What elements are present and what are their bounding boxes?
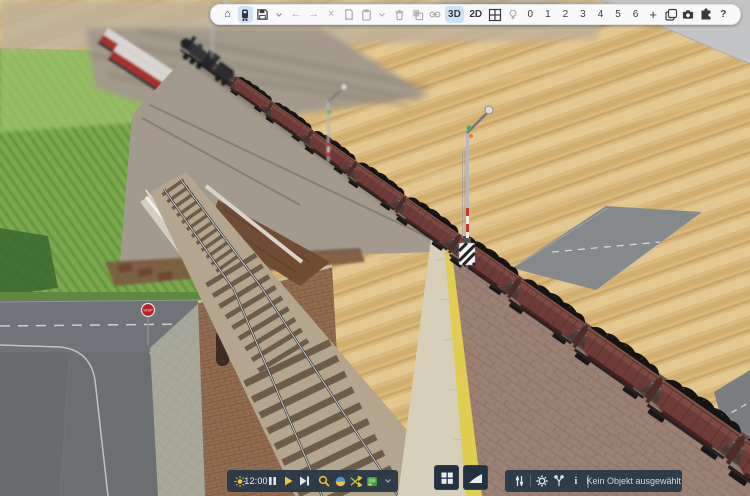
day-night-toggle[interactable] bbox=[334, 472, 346, 490]
layout-grid-button[interactable] bbox=[434, 465, 459, 490]
scenery-mode-button[interactable] bbox=[366, 472, 378, 490]
undo-button[interactable]: ← bbox=[289, 6, 304, 23]
paste-button[interactable] bbox=[359, 6, 374, 23]
add-layer-button[interactable]: + bbox=[646, 6, 661, 23]
screenshot-button[interactable] bbox=[681, 6, 696, 23]
play-button[interactable] bbox=[282, 472, 294, 490]
paste-menu-button[interactable] bbox=[375, 6, 390, 23]
switch-control-button[interactable] bbox=[553, 472, 565, 490]
copy-button[interactable] bbox=[341, 6, 356, 23]
chevron-down-icon bbox=[385, 479, 391, 483]
pause-icon bbox=[268, 477, 276, 485]
terrain-slope-icon bbox=[469, 474, 482, 483]
link-icon bbox=[429, 11, 441, 18]
layer-1-button[interactable]: 1 bbox=[540, 6, 555, 23]
layer-0-button[interactable]: 0 bbox=[523, 6, 538, 23]
window-grid-icon bbox=[489, 8, 502, 21]
track-switch-icon bbox=[554, 475, 564, 487]
svg-text:STOP: STOP bbox=[143, 309, 153, 313]
globe-daynight-icon bbox=[335, 476, 345, 486]
chevron-down-icon bbox=[379, 12, 386, 17]
paste-icon bbox=[362, 9, 371, 21]
magnifier-icon bbox=[318, 475, 330, 487]
info-button[interactable]: i bbox=[570, 472, 582, 490]
pause-button[interactable] bbox=[266, 472, 278, 490]
object-properties-button[interactable] bbox=[513, 472, 525, 490]
save-icon bbox=[257, 9, 268, 20]
lamp-button[interactable] bbox=[505, 6, 520, 23]
statusbar-right: i Kein Objekt ausgewählt bbox=[505, 470, 682, 492]
step-forward-icon bbox=[299, 476, 309, 486]
train-mode-button[interactable] bbox=[237, 6, 253, 23]
main-toolbar: ⌂ ← → × 3D 2D 0 1 2 3 4 5 6 + ? bbox=[210, 4, 741, 25]
home-button[interactable]: ⌂ bbox=[220, 6, 235, 23]
puzzle-icon bbox=[701, 7, 711, 19]
forward-arrow-icon: → bbox=[308, 8, 320, 20]
layer-5-button[interactable]: 5 bbox=[611, 6, 626, 23]
selection-status-text: Kein Objekt ausgewählt bbox=[586, 476, 682, 486]
layer-6-button[interactable]: 6 bbox=[628, 6, 643, 23]
delete-button[interactable] bbox=[392, 6, 407, 23]
duplicate-button[interactable] bbox=[663, 6, 678, 23]
grid-icon bbox=[441, 472, 453, 484]
scene-3d-viewport[interactable]: STOP bbox=[0, 0, 750, 496]
camera-icon bbox=[683, 10, 694, 19]
layers-icon bbox=[665, 8, 677, 21]
statusbar-left: 12:00 bbox=[227, 470, 398, 492]
home-icon: ⌂ bbox=[224, 8, 231, 20]
chevron-down-icon bbox=[275, 12, 282, 17]
split-view-button[interactable] bbox=[488, 6, 503, 23]
layer-4-button[interactable]: 4 bbox=[593, 6, 608, 23]
save-menu-button[interactable] bbox=[271, 6, 286, 23]
cut-icon: × bbox=[328, 8, 335, 20]
layer-3-button[interactable]: 3 bbox=[575, 6, 590, 23]
zoom-button[interactable] bbox=[318, 472, 330, 490]
group-button[interactable] bbox=[410, 6, 425, 23]
shuffle-icon bbox=[350, 475, 362, 487]
random-route-button[interactable] bbox=[350, 472, 362, 490]
link-button[interactable] bbox=[427, 6, 442, 23]
layer-2-button[interactable]: 2 bbox=[558, 6, 573, 23]
clock-display[interactable]: 12:00 bbox=[244, 472, 267, 490]
sliders-icon bbox=[515, 476, 523, 486]
lamp-icon bbox=[509, 9, 517, 19]
copy-icon bbox=[345, 9, 354, 20]
gear-icon bbox=[536, 475, 548, 487]
info-icon: i bbox=[574, 475, 578, 487]
cut-button[interactable]: × bbox=[324, 6, 339, 23]
trash-icon bbox=[396, 9, 404, 21]
redo-button[interactable]: → bbox=[306, 6, 321, 23]
scenery-icon bbox=[367, 476, 377, 486]
view-2d-button[interactable]: 2D bbox=[466, 6, 485, 23]
help-button[interactable]: ? bbox=[716, 6, 731, 23]
save-button[interactable] bbox=[255, 6, 270, 23]
divider bbox=[530, 475, 531, 487]
step-forward-button[interactable] bbox=[298, 472, 310, 490]
scenery-menu-button[interactable] bbox=[382, 472, 394, 490]
train-icon bbox=[242, 9, 249, 21]
plugins-button[interactable] bbox=[698, 6, 713, 23]
view-3d-button[interactable]: 3D bbox=[445, 6, 464, 23]
terrain-view-button[interactable] bbox=[463, 465, 488, 490]
settings-button[interactable] bbox=[536, 472, 548, 490]
play-icon bbox=[284, 476, 292, 486]
app-window: STOP ⌂ ← → × 3D 2D 0 1 2 3 4 5 6 + ? 12:… bbox=[0, 0, 750, 496]
back-arrow-icon: ← bbox=[290, 8, 302, 20]
group-icon bbox=[412, 9, 424, 21]
